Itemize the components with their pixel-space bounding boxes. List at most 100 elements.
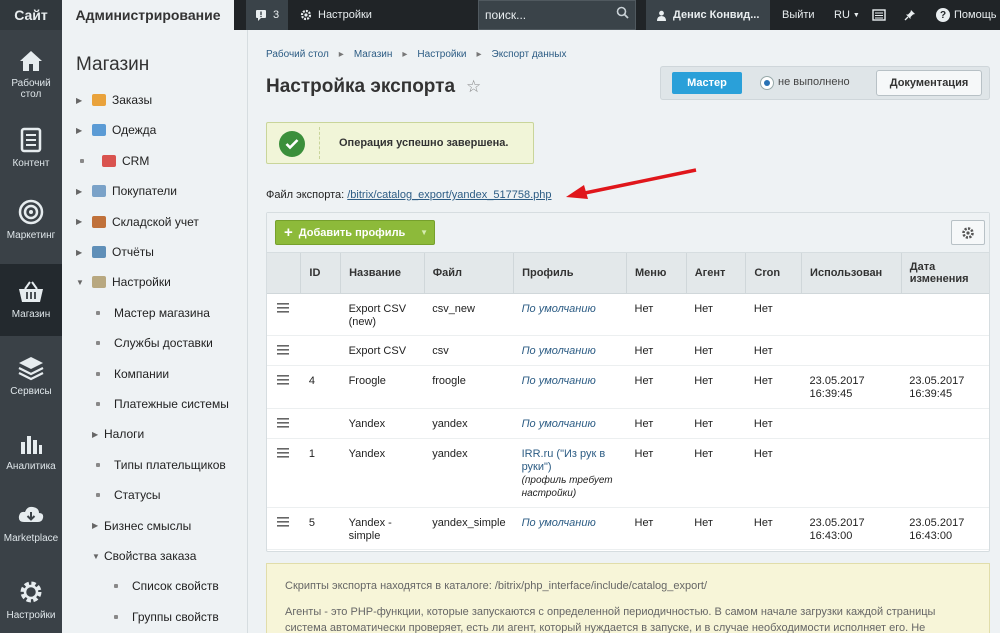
settings-top-button[interactable]: Настройки xyxy=(300,0,372,30)
menu-item[interactable]: Компании xyxy=(92,359,169,389)
language-select[interactable]: RU ▼ xyxy=(834,0,860,30)
nav-marketing[interactable]: Маркетинг xyxy=(0,184,62,256)
menu-item[interactable]: Платежные системы xyxy=(92,389,229,419)
menu-item[interactable]: ▶ Покупатели xyxy=(76,176,177,206)
menu-item[interactable]: ▼ Настройки xyxy=(76,267,171,297)
table-row[interactable]: Export CSV (new) csv_new По умолчанию Нет Не… xyxy=(267,293,989,336)
menu-item[interactable]: ▶ Заказы xyxy=(76,85,152,115)
profile-note: (профиль требует настройки) xyxy=(521,474,613,499)
menu-item[interactable]: Службы доставки xyxy=(92,328,213,358)
nav-desktop[interactable]: Рабочий стол xyxy=(0,38,62,110)
menu-item[interactable]: ▶ Отчёты xyxy=(76,237,154,267)
hamburger-icon[interactable] xyxy=(277,374,289,385)
cell-cron: Нет xyxy=(745,507,802,550)
search-icon[interactable] xyxy=(616,6,629,19)
chevron-down-icon[interactable]: ▼ xyxy=(420,228,428,237)
column-header[interactable] xyxy=(267,253,302,294)
column-header[interactable]: Дата изменения xyxy=(901,253,989,294)
site-tab[interactable]: Сайт xyxy=(0,0,62,30)
cell-file: csv xyxy=(424,335,514,366)
table-row[interactable]: 5 Yandex - simple yandex_simple По умолчани… xyxy=(267,507,989,550)
column-header[interactable]: Файл xyxy=(424,253,515,294)
hamburger-icon[interactable] xyxy=(277,516,289,527)
hamburger-icon[interactable] xyxy=(277,344,289,355)
menu-item[interactable]: Статусы xyxy=(92,480,161,510)
pin-button[interactable] xyxy=(904,0,916,30)
column-header[interactable]: Агент xyxy=(686,253,747,294)
profile-link[interactable]: По умолчанию xyxy=(522,418,596,430)
add-profile-button[interactable]: + Добавить профиль ▼ xyxy=(275,220,435,245)
column-header[interactable]: Меню xyxy=(626,253,687,294)
profile-link[interactable]: По умолчанию xyxy=(522,303,596,315)
column-header[interactable]: Профиль xyxy=(513,253,628,294)
chevron-right-icon[interactable]: ▶ xyxy=(92,430,104,439)
table-row[interactable]: 4 Froogle froogle По умолчанию Нет Нет Нет 23.0… xyxy=(267,365,989,409)
profile-link[interactable]: IRR.ru ("Из рук в руки") xyxy=(522,448,606,473)
hamburger-icon[interactable] xyxy=(277,417,289,428)
cell-file: csv_new xyxy=(424,293,514,336)
menu-item[interactable]: Типы плательщиков xyxy=(92,450,226,480)
export-file-label: Файл экспорта: xyxy=(266,189,345,201)
documentation-button[interactable]: Документация xyxy=(876,70,982,96)
cell-id: 1 xyxy=(300,438,341,508)
menu-item[interactable]: Группы свойств xyxy=(110,602,219,632)
menu-item[interactable]: Список свойств xyxy=(110,571,219,601)
breadcrumb-item[interactable]: Рабочий стол xyxy=(266,49,329,60)
menu-item[interactable]: ▶ Налоги xyxy=(92,419,144,449)
column-header[interactable]: ID xyxy=(300,253,342,294)
profile-link[interactable]: По умолчанию xyxy=(522,375,596,387)
menu-item-label: Настройки xyxy=(112,275,171,290)
help-link[interactable]: ? Помощь xyxy=(936,0,997,30)
logout-link[interactable]: Выйти xyxy=(782,0,815,30)
menu-item[interactable]: CRM xyxy=(76,146,149,176)
column-header[interactable]: Использован xyxy=(801,253,902,294)
chevron-right-icon[interactable]: ▶ xyxy=(76,126,88,135)
star-icon[interactable]: ☆ xyxy=(466,77,481,97)
table-row[interactable]: Export CSV csv По умолчанию Нет Нет Нет xyxy=(267,335,989,366)
menu-item-label: Статусы xyxy=(114,488,161,503)
column-header[interactable]: Название xyxy=(340,253,425,294)
user-menu[interactable]: Денис Конвид... xyxy=(646,0,770,30)
panel-toggle-button[interactable] xyxy=(872,0,886,30)
hamburger-icon[interactable] xyxy=(277,447,289,458)
profile-link[interactable]: По умолчанию xyxy=(522,345,596,357)
menu-item[interactable]: ▼ Свойства заказа xyxy=(92,541,196,571)
admin-tab[interactable]: Администрирование xyxy=(62,0,234,30)
menu-item[interactable]: ▶ Бизнес смыслы xyxy=(92,511,191,541)
nav-marketplace[interactable]: Marketplace xyxy=(0,488,62,560)
wizard-button[interactable]: Мастер xyxy=(672,72,742,94)
chevron-right-icon[interactable]: ▶ xyxy=(76,96,88,105)
chevron-right-icon[interactable]: ▶ xyxy=(76,248,88,257)
breadcrumb-separator-icon: ▸ xyxy=(476,49,482,60)
menu-item[interactable]: ▶ Одежда xyxy=(76,115,156,145)
left-nav: Рабочий стол Контент Маркетинг Магазин С… xyxy=(0,30,62,633)
nav-label: Магазин xyxy=(11,309,51,320)
chevron-right-icon[interactable]: ▶ xyxy=(76,187,88,196)
chevron-right-icon[interactable]: ▶ xyxy=(76,217,88,226)
search-input[interactable]: поиск... xyxy=(478,0,636,30)
notifications-button[interactable]: 3 xyxy=(246,0,288,30)
menu-item[interactable]: Мастер магазина xyxy=(92,298,210,328)
breadcrumb-item[interactable]: Экспорт данных xyxy=(492,49,567,60)
export-file-link[interactable]: /bitrix/catalog_export/yandex_517758.php xyxy=(347,189,551,201)
cell-used xyxy=(801,335,902,366)
breadcrumb-item[interactable]: Магазин xyxy=(354,49,393,60)
nav-services[interactable]: Сервисы xyxy=(0,340,62,412)
profile-link[interactable]: По умолчанию xyxy=(522,517,596,529)
breadcrumb-item[interactable]: Настройки xyxy=(417,49,466,60)
nav-content[interactable]: Контент xyxy=(0,112,62,184)
nav-shop[interactable]: Магазин xyxy=(0,264,62,336)
menu-item-icon xyxy=(92,276,106,289)
table-settings-button[interactable] xyxy=(951,220,985,245)
nav-analytics[interactable]: Аналитика xyxy=(0,416,62,488)
column-header[interactable]: Cron xyxy=(745,253,803,294)
hamburger-icon[interactable] xyxy=(277,302,289,313)
menu-item[interactable]: ▶ Складской учет xyxy=(76,207,199,237)
cell-used xyxy=(801,438,902,508)
nav-settings[interactable]: Настройки xyxy=(0,564,62,633)
table-row[interactable]: Yandex yandex По умолчанию Нет Нет Нет xyxy=(267,408,989,439)
chevron-down-icon[interactable]: ▼ xyxy=(92,552,104,561)
table-row[interactable]: 1 Yandex yandex IRR.ru ("Из рук в руки") (пр… xyxy=(267,438,989,508)
chevron-down-icon[interactable]: ▼ xyxy=(76,278,88,287)
chevron-right-icon[interactable]: ▶ xyxy=(92,521,104,530)
